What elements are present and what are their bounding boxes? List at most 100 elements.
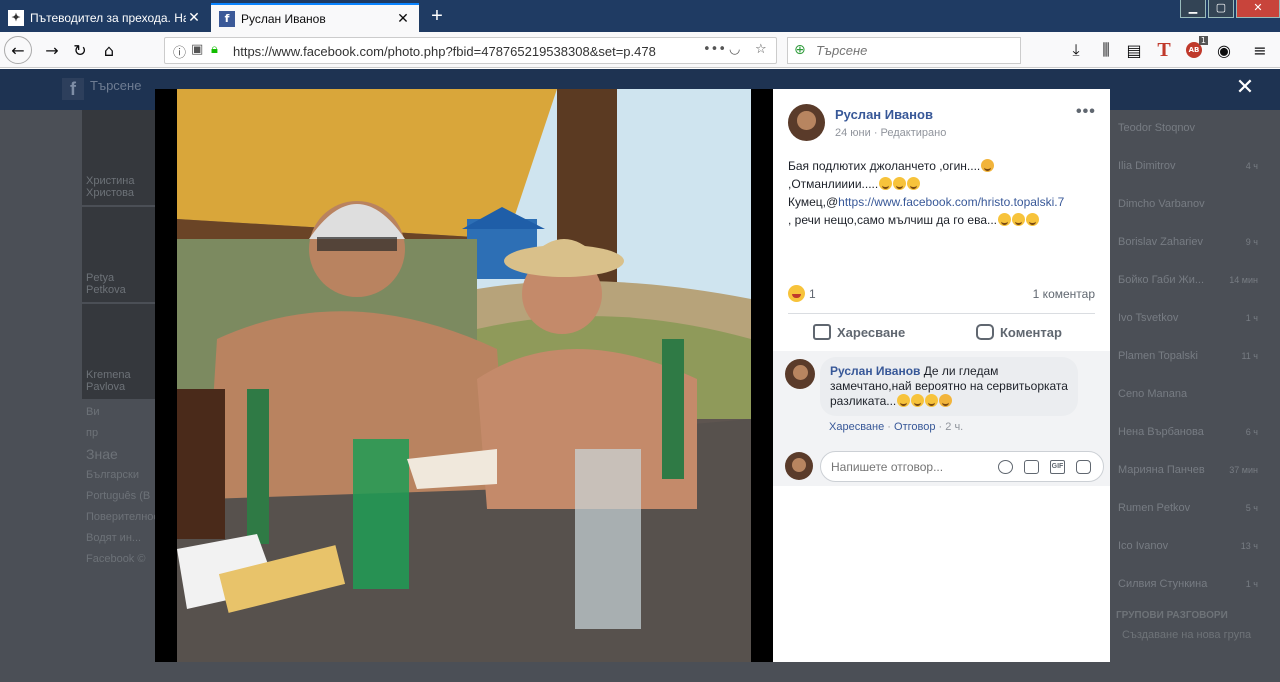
tab-title: Руслан Иванов: [241, 11, 326, 26]
adblock-icon[interactable]: AB 1: [1182, 36, 1208, 62]
close-tab-icon[interactable]: ✕: [395, 10, 411, 27]
post-meta[interactable]: 24 юни · Редактирано: [835, 127, 946, 139]
tab-tour-guide[interactable]: ✦ Пътеводител за прехода. На с... ✕: [0, 3, 210, 32]
account-icon[interactable]: ◉: [1212, 38, 1236, 62]
story-name: Kremena Pavlova: [86, 369, 131, 393]
contact-name: Силвия Стункина: [1118, 578, 1208, 590]
footer-line[interactable]: Водят ин...: [86, 531, 154, 546]
permissions-icon[interactable]: ▣: [191, 42, 203, 57]
comment-author[interactable]: Руслан Иванов: [830, 364, 920, 378]
like-button[interactable]: Харесване: [813, 322, 905, 342]
contact-row[interactable]: Бойко Габи Жи... 14 мин: [1112, 262, 1262, 300]
contact-row[interactable]: Ivo Tsvetkov 1 ч: [1112, 300, 1262, 338]
library-icon[interactable]: ⫼: [1094, 38, 1118, 62]
page-actions-icon[interactable]: •••: [703, 42, 726, 57]
contact-time: 4 ч: [1245, 161, 1258, 171]
left-text: Знае: [86, 446, 118, 462]
gif-icon[interactable]: GIF: [1050, 460, 1065, 474]
divider: [788, 313, 1095, 314]
author-name[interactable]: Руслан Иванов: [835, 107, 933, 122]
tour-favicon-icon: ✦: [8, 9, 24, 26]
contact-time: 1 ч: [1245, 313, 1258, 323]
story-card[interactable]: Христина Христова: [82, 110, 158, 205]
comment-button[interactable]: Коментар: [976, 322, 1062, 342]
reaction-count[interactable]: 1: [809, 287, 816, 301]
author-avatar[interactable]: [788, 104, 825, 141]
heart-eyes-emoji-icon: [911, 394, 925, 407]
contact-row[interactable]: Plamen Topalski 11 ч: [1112, 338, 1262, 376]
laughing-emoji-icon: [897, 394, 911, 407]
contact-row[interactable]: Марияна Панчев 37 мин: [1112, 452, 1262, 490]
comment-actions: Харесване · Отговор · 2 ч.: [829, 421, 964, 433]
downloads-icon[interactable]: ⤓: [1064, 38, 1088, 62]
footer-line[interactable]: Поверителност: [86, 510, 164, 525]
reload-button[interactable]: ↻: [68, 38, 92, 62]
comment-like-link[interactable]: Харесване: [829, 421, 884, 433]
close-tab-icon[interactable]: ✕: [186, 9, 202, 26]
contact-time: 37 мин: [1229, 465, 1258, 475]
language-line[interactable]: Português (B: [86, 489, 154, 504]
new-group-link[interactable]: Създаване на нова група: [1112, 627, 1262, 643]
contact-name: Dimcho Varbanov: [1118, 198, 1205, 210]
facebook-search[interactable]: Търсене: [90, 78, 141, 93]
maximize-button[interactable]: ▢: [1208, 0, 1234, 18]
sticker-icon[interactable]: [1076, 460, 1091, 474]
minimize-button[interactable]: ▁: [1180, 0, 1206, 18]
comment-reply-link[interactable]: Отговор: [894, 421, 935, 433]
window-close-button[interactable]: ✕: [1236, 0, 1280, 18]
contact-time: 11 ч: [1241, 351, 1258, 361]
current-user-avatar: [785, 452, 813, 480]
profile-link[interactable]: https://www.facebook.com/hristo.topalski…: [838, 195, 1064, 209]
comment-time[interactable]: 2 ч.: [945, 421, 963, 433]
story-card[interactable]: Petya Petkova: [82, 207, 158, 302]
comment-bubble: Руслан Иванов Де ли гледам замечтано,най…: [820, 357, 1078, 416]
comment-count[interactable]: 1 коментар: [1033, 287, 1095, 301]
new-tab-button[interactable]: +: [425, 5, 449, 29]
reply-input[interactable]: [831, 460, 1001, 474]
contact-row[interactable]: Нена Върбанова 6 ч: [1112, 414, 1262, 452]
thumbs-up-icon: [813, 324, 831, 340]
post-photo[interactable]: [177, 89, 751, 662]
contact-row[interactable]: Rumen Petkov 5 ч: [1112, 490, 1262, 528]
language-line[interactable]: Български: [86, 468, 154, 483]
navigation-toolbar: ← → ↻ ⌂ ⓘ ▣ 🔒︎ https://www.facebook.com/…: [0, 32, 1280, 68]
sidebar-icon[interactable]: ▤: [1122, 38, 1146, 62]
camera-icon[interactable]: [1024, 460, 1039, 474]
facebook-logo-icon[interactable]: f: [62, 78, 84, 100]
search-bar[interactable]: ⊕: [787, 37, 1021, 64]
info-icon[interactable]: ⓘ: [173, 42, 186, 61]
close-photo-icon[interactable]: ✕: [1234, 77, 1256, 100]
story-card[interactable]: Kremena Pavlova: [82, 304, 158, 399]
haha-reaction-icon[interactable]: [788, 285, 805, 302]
contact-row[interactable]: Ilia Dimitrov 4 ч: [1112, 148, 1262, 186]
menu-icon[interactable]: ≡: [1248, 38, 1272, 62]
story-name: Христина Христова: [86, 175, 135, 199]
emoji-picker-icon[interactable]: [998, 460, 1013, 474]
commenter-avatar[interactable]: [785, 359, 815, 389]
search-engine-icon: ⊕: [794, 42, 806, 58]
contact-row[interactable]: Ico Ivanov 13 ч: [1112, 528, 1262, 566]
bookmark-star-icon[interactable]: ☆: [755, 42, 767, 57]
contact-row[interactable]: Dimcho Varbanov: [1112, 186, 1262, 224]
more-options-icon[interactable]: •••: [1076, 103, 1096, 121]
contact-row[interactable]: Teodor Stoqnov: [1112, 110, 1262, 148]
contact-row[interactable]: Силвия Стункина 1 ч: [1112, 566, 1262, 604]
text-tool-icon[interactable]: T: [1152, 38, 1176, 62]
contact-row[interactable]: Ceno Manana: [1112, 376, 1262, 414]
home-button[interactable]: ⌂: [97, 38, 121, 62]
group-conversations-header: ГРУПОВИ РАЗГОВОРИ: [1116, 610, 1228, 621]
search-input[interactable]: [816, 43, 1006, 58]
pocket-icon[interactable]: ◡: [729, 42, 740, 57]
forward-button[interactable]: →: [40, 38, 64, 62]
tab-facebook[interactable]: f Руслан Иванов ✕: [211, 3, 419, 32]
back-button[interactable]: ←: [4, 36, 32, 64]
facebook-favicon-icon: f: [219, 10, 235, 27]
contact-row[interactable]: Borislav Zahariev 9 ч: [1112, 224, 1262, 262]
speech-bubble-icon: [976, 324, 994, 340]
lock-icon[interactable]: 🔒︎: [211, 42, 218, 57]
contact-name: Нена Върбанова: [1118, 426, 1204, 438]
story-name: Petya Petkova: [86, 272, 126, 296]
reply-box[interactable]: GIF: [820, 451, 1104, 482]
contact-name: Ceno Manana: [1118, 388, 1188, 400]
url-bar[interactable]: ⓘ ▣ 🔒︎ https://www.facebook.com/photo.ph…: [164, 37, 777, 64]
